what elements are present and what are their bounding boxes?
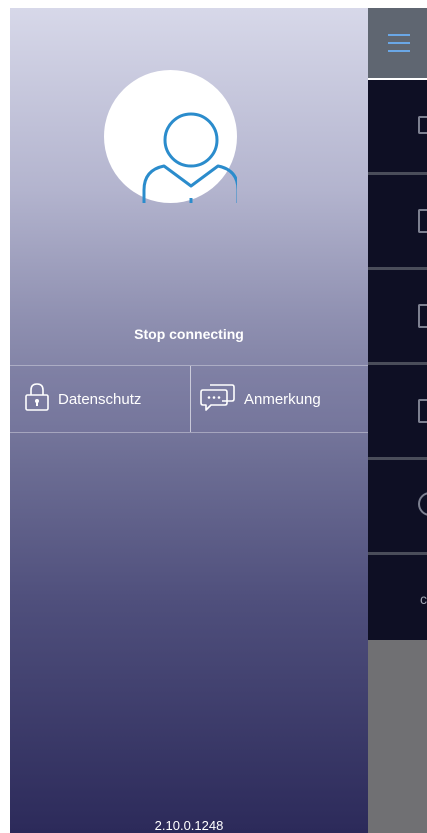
privacy-label: Datenschutz	[58, 390, 142, 408]
user-icon	[142, 112, 237, 203]
app-version: 2.10.0.1248	[154, 818, 224, 833]
note-label: Anmerkung	[244, 390, 321, 408]
partial-icon	[418, 399, 427, 423]
partial-icon: c	[420, 591, 427, 607]
partial-icon	[418, 209, 427, 233]
partial-icon	[418, 116, 427, 134]
drawer-action-bar: Datenschutz Anmerkung	[10, 365, 368, 433]
background-menu-item[interactable]	[368, 80, 427, 175]
partial-icon	[418, 304, 427, 328]
partial-icon	[418, 492, 427, 516]
connection-status-text[interactable]: Stop connecting	[10, 326, 368, 342]
background-menu-item[interactable]	[368, 175, 427, 270]
avatar[interactable]	[104, 70, 237, 203]
background-menu-list: c	[368, 80, 427, 640]
background-menu-item[interactable]	[368, 270, 427, 365]
divider	[190, 366, 191, 432]
hamburger-menu-icon[interactable]	[388, 34, 410, 52]
background-menu-item[interactable]: c	[368, 555, 427, 647]
note-button[interactable]: Anmerkung	[200, 366, 321, 432]
background-app[interactable]: c	[368, 8, 427, 833]
background-menu-item[interactable]	[368, 365, 427, 460]
chat-bubbles-icon	[200, 382, 236, 416]
background-top-bar	[368, 8, 427, 78]
screen: c Stop connecting Datenschutz Anmerkung …	[0, 0, 427, 833]
privacy-button[interactable]: Datenschutz	[24, 366, 141, 432]
background-lower-area	[368, 640, 427, 833]
lock-icon	[24, 382, 50, 416]
navigation-drawer: Stop connecting Datenschutz Anmerkung 2.…	[10, 8, 368, 833]
background-menu-item[interactable]	[368, 460, 427, 555]
